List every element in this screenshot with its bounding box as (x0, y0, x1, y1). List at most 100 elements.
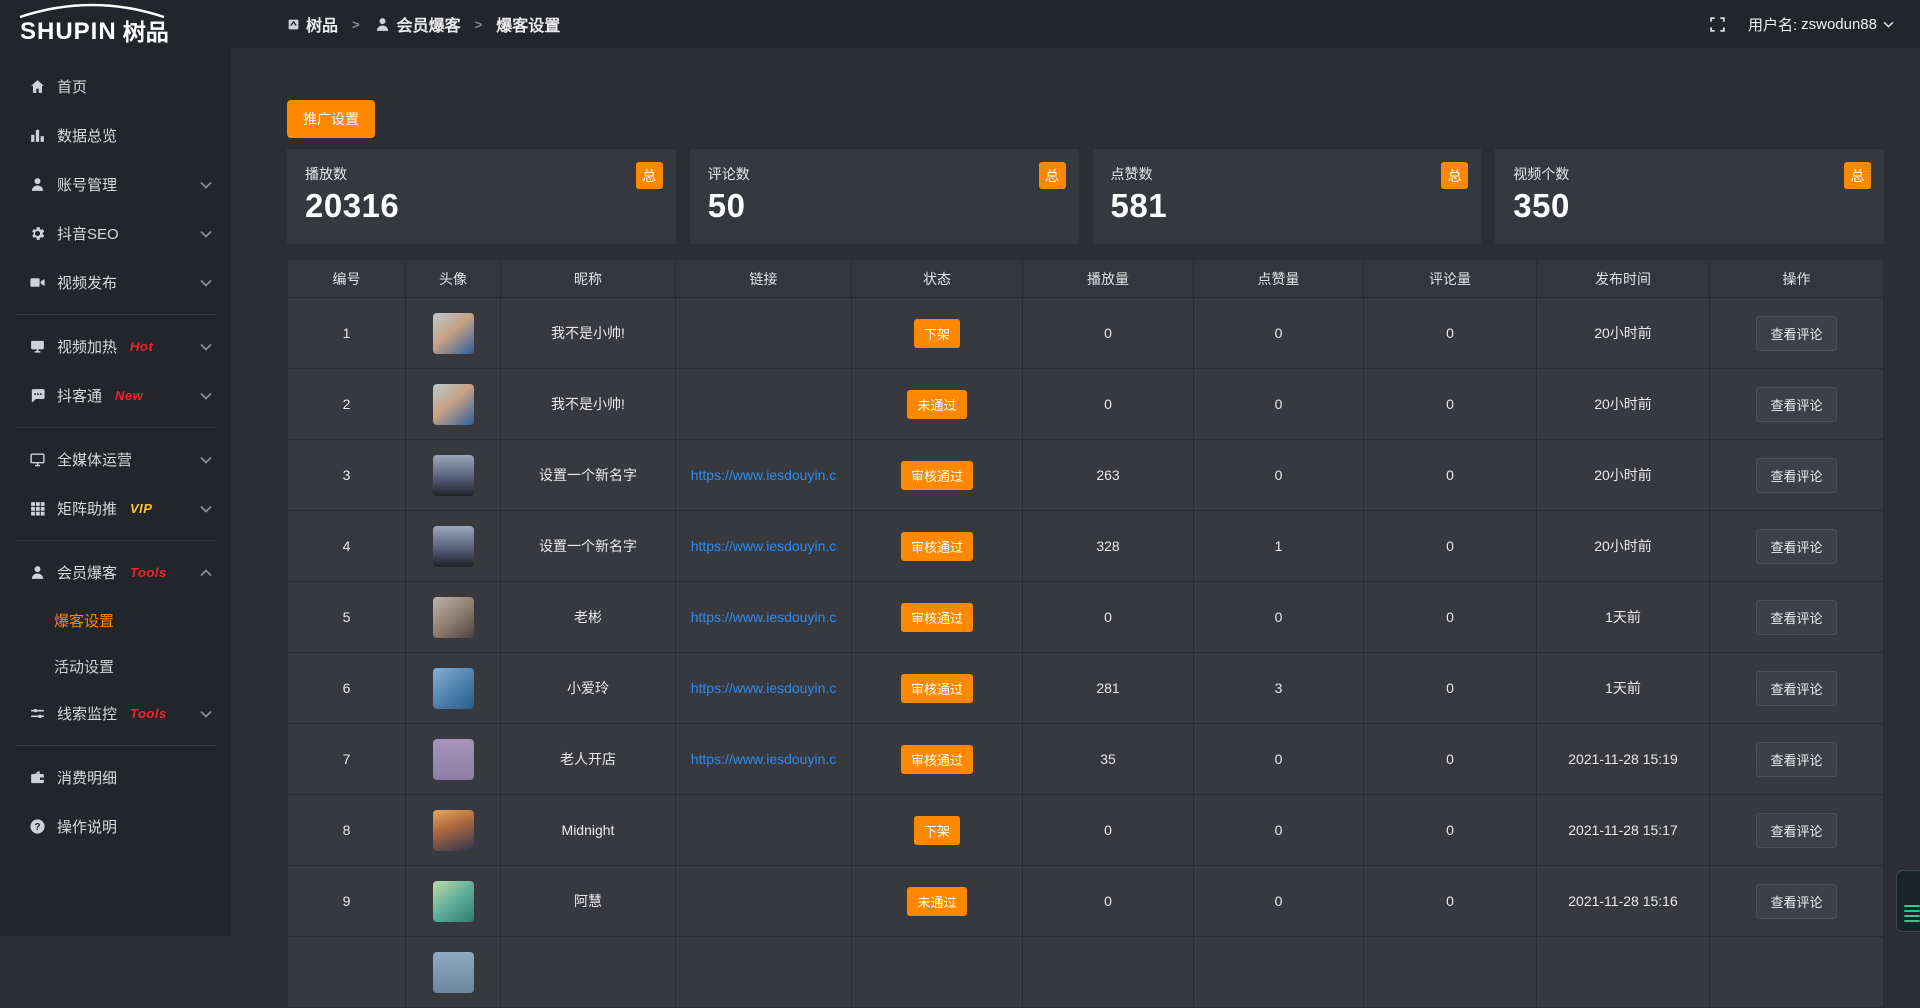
sidebar-item[interactable]: 抖客通 New (0, 371, 230, 420)
view-comments-button[interactable]: 查看评论 (1756, 316, 1836, 351)
video-link[interactable]: https://www.iesdouyin.c (691, 751, 837, 767)
green-line-icon (1904, 920, 1920, 922)
view-comments-button[interactable]: 查看评论 (1756, 529, 1836, 564)
table-header-cell: 链接 (676, 260, 852, 297)
avatar (433, 313, 474, 354)
heat-icon (28, 338, 46, 356)
view-comments-button[interactable]: 查看评论 (1756, 600, 1836, 635)
user-icon (374, 16, 391, 33)
green-line-icon (1904, 915, 1920, 917)
view-comments-button[interactable]: 查看评论 (1756, 387, 1836, 422)
table-row: 9 阿慧 未通过 0 0 0 2021-11-28 15:16 (288, 866, 1883, 937)
cell-publish-time: 20小时前 (1537, 369, 1710, 439)
table-header-row: 编号 头像 昵称 链接 状态 播放量 点赞量 评论量 发布时间 操作 (288, 260, 1883, 298)
sidebar-item[interactable]: 线索监控 Tools (0, 689, 230, 738)
videos-table: 编号 头像 昵称 链接 状态 播放量 点赞量 评论量 发布时间 操作 (287, 259, 1884, 1008)
total-badge: 总 (636, 162, 663, 189)
sidebar-item[interactable]: 视频加热 Hot (0, 322, 230, 371)
chevron-up-icon (200, 569, 212, 577)
sidebar-item[interactable]: 数据总览 (0, 111, 230, 160)
cell-number (288, 937, 406, 1007)
view-comments-button[interactable]: 查看评论 (1756, 742, 1836, 777)
sidebar: 首页 数据总览 (0, 48, 230, 936)
sidebar-item[interactable]: 会员爆客 Tools (0, 548, 230, 597)
sidebar-item[interactable]: 账号管理 (0, 160, 230, 209)
breadcrumb-item[interactable]: 会员爆客 > (374, 12, 497, 36)
sidebar-item-label: 首页 (57, 76, 87, 97)
username-value: zswodun88 (1801, 16, 1877, 33)
table-header-cell: 编号 (288, 260, 406, 297)
sidebar-item[interactable]: 首页 (0, 62, 230, 111)
user-icon (28, 564, 46, 582)
cell-comments: 0 (1364, 653, 1537, 723)
video-link[interactable]: https://www.iesdouyin.c (691, 467, 837, 483)
avatar (433, 597, 474, 638)
table-header-cell: 头像 (406, 260, 501, 297)
sidebar-item[interactable]: 爆客设置 (0, 597, 230, 643)
breadcrumb-item[interactable]: 树品 > (287, 12, 374, 36)
sidebar-divider (16, 540, 216, 541)
video-link[interactable]: https://www.iesdouyin.c (691, 609, 837, 625)
avatar (433, 526, 474, 567)
status-badge: 审核通过 (901, 674, 973, 703)
view-comments-button[interactable]: 查看评论 (1756, 458, 1836, 493)
cell-status: 审核通过 (852, 440, 1023, 510)
cell-likes: 0 (1194, 866, 1364, 936)
cell-publish-time: 2021-11-28 15:16 (1537, 866, 1710, 936)
cell-action: 查看评论 (1710, 369, 1883, 439)
chevron-down-icon (200, 505, 212, 513)
stat-card: 点赞数 581 总 (1093, 149, 1482, 244)
cell-action: 查看评论 (1710, 440, 1883, 510)
cell-nickname: 阿慧 (501, 866, 676, 936)
grid-icon (28, 500, 46, 518)
breadcrumb-item[interactable]: 爆客设置 > (496, 12, 560, 36)
sidebar-item[interactable]: ? 操作说明 (0, 802, 230, 851)
cell-nickname: 我不是小帅! (501, 369, 676, 439)
view-comments-button[interactable]: 查看评论 (1756, 671, 1836, 706)
chevron-down-icon (200, 279, 212, 287)
cell-nickname: 小爱玲 (501, 653, 676, 723)
video-link[interactable]: https://www.iesdouyin.c (691, 680, 837, 696)
sidebar-item-badge: VIP (130, 501, 152, 516)
table-header-cell: 播放量 (1023, 260, 1194, 297)
view-comments-button[interactable]: 查看评论 (1756, 813, 1836, 848)
sidebar-item[interactable]: 矩阵助推 VIP (0, 484, 230, 533)
view-comments-button[interactable]: 查看评论 (1756, 884, 1836, 919)
float-widget[interactable] (1896, 870, 1920, 932)
sidebar-item[interactable]: 全媒体运营 (0, 435, 230, 484)
home-icon (28, 78, 46, 96)
user-menu[interactable]: 用户名: zswodun88 (1748, 14, 1894, 35)
promotion-settings-button[interactable]: 推广设置 (287, 100, 375, 138)
video-link[interactable]: https://www.iesdouyin.c (691, 538, 837, 554)
sidebar-item-label: 抖音SEO (57, 223, 119, 244)
cell-status: 审核通过 (852, 582, 1023, 652)
table-row: 8 Midnight 下架 0 0 0 2021-11-28 15:17 (288, 795, 1883, 866)
sidebar-item[interactable]: 消费明细 (0, 753, 230, 802)
logo-suffix-text: 树品 (123, 21, 169, 44)
cell-nickname: Midnight (501, 795, 676, 865)
cell-action: 查看评论 (1710, 653, 1883, 723)
chevron-down-icon (200, 181, 212, 189)
fullscreen-icon[interactable] (1709, 16, 1726, 33)
cell-plays: 0 (1023, 298, 1194, 368)
cell-status: 下架 (852, 298, 1023, 368)
cell-status: 下架 (852, 795, 1023, 865)
cell-likes: 0 (1194, 440, 1364, 510)
cell-avatar (406, 298, 501, 368)
cell-link (676, 369, 852, 439)
sidebar-item[interactable]: 视频发布 (0, 258, 230, 307)
chevron-down-icon (200, 343, 212, 351)
cell-link: https://www.iesdouyin.c (676, 724, 852, 794)
chart-icon (28, 127, 46, 145)
sidebar-item[interactable]: 活动设置 (0, 643, 230, 689)
chevron-down-icon (200, 456, 212, 464)
cell-likes: 0 (1194, 582, 1364, 652)
sidebar-item[interactable]: 抖音SEO (0, 209, 230, 258)
chevron-down-icon (200, 230, 212, 238)
cell-comments: 0 (1364, 582, 1537, 652)
table-row: 4 设置一个新名字 https://www.iesdouyin.c 审核通过 3… (288, 511, 1883, 582)
sidebar-item-label: 矩阵助推 (57, 498, 117, 519)
cell-link: https://www.iesdouyin.c (676, 582, 852, 652)
sidebar-item-label: 抖客通 (57, 385, 102, 406)
sidebar-divider (16, 745, 216, 746)
